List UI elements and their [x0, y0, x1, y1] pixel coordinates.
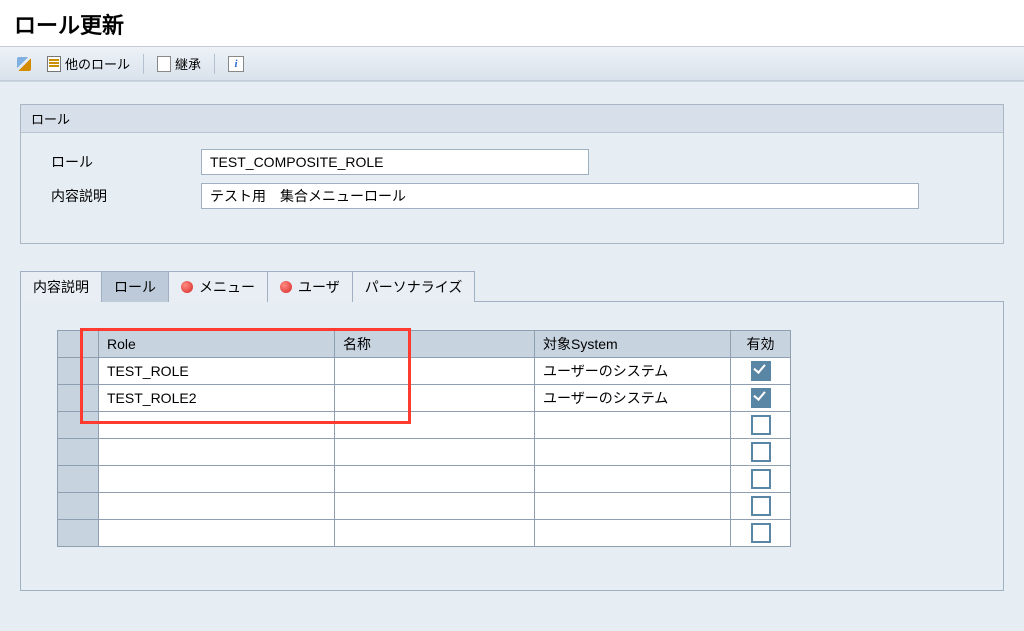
toolbar-separator — [143, 54, 144, 74]
cell-system[interactable] — [535, 493, 731, 520]
info-icon: i — [228, 56, 244, 72]
cell-system[interactable] — [535, 520, 731, 547]
cell-name[interactable] — [335, 466, 535, 493]
row-selector[interactable] — [58, 385, 99, 412]
inherit-label: 継承 — [175, 54, 201, 73]
info-button[interactable]: i — [221, 52, 251, 76]
content-area: ロール ロール TEST_COMPOSITE_ROLE 内容説明 テスト用 集合… — [0, 81, 1024, 631]
magic-wand-button[interactable] — [10, 53, 38, 75]
cell-role[interactable] — [99, 520, 335, 547]
cell-role[interactable] — [99, 412, 335, 439]
cell-system[interactable]: ユーザーのシステム — [535, 358, 731, 385]
table-row — [58, 520, 791, 547]
effective-checkbox[interactable] — [751, 415, 771, 435]
tab-panel-roles: Role 名称 対象System 有効 TEST_ROLEユーザーのシステムTE… — [20, 301, 1004, 591]
wand-icon — [17, 57, 31, 71]
row-selector[interactable] — [58, 439, 99, 466]
cell-name[interactable] — [335, 358, 535, 385]
cell-name[interactable] — [335, 385, 535, 412]
groupbox-title: ロール — [21, 105, 1003, 133]
status-dot-icon — [181, 281, 193, 293]
cell-role[interactable] — [99, 493, 335, 520]
cell-effective[interactable] — [731, 358, 791, 385]
table-row — [58, 439, 791, 466]
cell-role[interactable] — [99, 466, 335, 493]
row-selector-header[interactable] — [58, 331, 99, 358]
role-groupbox: ロール ロール TEST_COMPOSITE_ROLE 内容説明 テスト用 集合… — [20, 104, 1004, 244]
desc-field[interactable]: テスト用 集合メニューロール — [201, 183, 919, 209]
tab-personalize[interactable]: パーソナライズ — [352, 271, 476, 302]
tab-user[interactable]: ユーザ — [267, 271, 353, 302]
page-title: ロール更新 — [0, 0, 1024, 46]
cell-name[interactable] — [335, 439, 535, 466]
tab-menu-label: メニュー — [199, 277, 255, 297]
role-field-label: ロール — [51, 152, 201, 172]
other-roles-button[interactable]: 他のロール — [40, 50, 137, 77]
row-selector[interactable] — [58, 412, 99, 439]
page-icon — [157, 56, 171, 72]
cell-name[interactable] — [335, 412, 535, 439]
cell-role[interactable] — [99, 439, 335, 466]
cell-role[interactable]: TEST_ROLE — [99, 358, 335, 385]
role-field[interactable]: TEST_COMPOSITE_ROLE — [201, 149, 589, 175]
tab-description-label: 内容説明 — [33, 277, 89, 297]
toolbar-separator — [214, 54, 215, 74]
cell-effective[interactable] — [731, 493, 791, 520]
table-row: TEST_ROLE ユーザーのシステム — [58, 358, 791, 385]
col-header-system[interactable]: 対象System — [535, 331, 731, 358]
table-row — [58, 493, 791, 520]
tab-roles[interactable]: ロール — [101, 271, 169, 302]
cell-system[interactable] — [535, 439, 731, 466]
row-selector[interactable] — [58, 520, 99, 547]
table-row — [58, 466, 791, 493]
effective-checkbox[interactable] — [751, 361, 771, 381]
effective-checkbox[interactable] — [751, 442, 771, 462]
toolbar: 他のロール 継承 i — [0, 46, 1024, 81]
cell-effective[interactable] — [731, 520, 791, 547]
tab-roles-label: ロール — [114, 277, 156, 297]
cell-effective[interactable] — [731, 439, 791, 466]
row-selector[interactable] — [58, 493, 99, 520]
table-row: TEST_ROLE2 ユーザーのシステム — [58, 385, 791, 412]
cell-role[interactable]: TEST_ROLE2 — [99, 385, 335, 412]
col-header-effective[interactable]: 有効 — [731, 331, 791, 358]
cell-system[interactable]: ユーザーのシステム — [535, 385, 731, 412]
cell-name[interactable] — [335, 493, 535, 520]
status-dot-icon — [280, 281, 292, 293]
tab-personalize-label: パーソナライズ — [365, 277, 463, 297]
tab-menu[interactable]: メニュー — [168, 271, 268, 302]
effective-checkbox[interactable] — [751, 496, 771, 516]
cell-effective[interactable] — [731, 466, 791, 493]
col-header-name[interactable]: 名称 — [335, 331, 535, 358]
roles-table: Role 名称 対象System 有効 TEST_ROLEユーザーのシステムTE… — [57, 330, 791, 547]
cell-effective[interactable] — [731, 385, 791, 412]
effective-checkbox[interactable] — [751, 469, 771, 489]
tab-description[interactable]: 内容説明 — [20, 271, 102, 302]
cell-system[interactable] — [535, 466, 731, 493]
effective-checkbox[interactable] — [751, 388, 771, 408]
tab-strip: 内容説明 ロール メニュー ユーザ パーソナライズ — [20, 270, 1004, 301]
row-selector[interactable] — [58, 358, 99, 385]
other-roles-label: 他のロール — [65, 54, 130, 73]
cell-system[interactable] — [535, 412, 731, 439]
cell-effective[interactable] — [731, 412, 791, 439]
cell-name[interactable] — [335, 520, 535, 547]
col-header-role[interactable]: Role — [99, 331, 335, 358]
effective-checkbox[interactable] — [751, 523, 771, 543]
table-row — [58, 412, 791, 439]
tab-user-label: ユーザ — [298, 277, 340, 297]
desc-field-label: 内容説明 — [51, 186, 201, 206]
inherit-button[interactable]: 継承 — [150, 50, 208, 77]
document-icon — [47, 56, 61, 72]
row-selector[interactable] — [58, 466, 99, 493]
